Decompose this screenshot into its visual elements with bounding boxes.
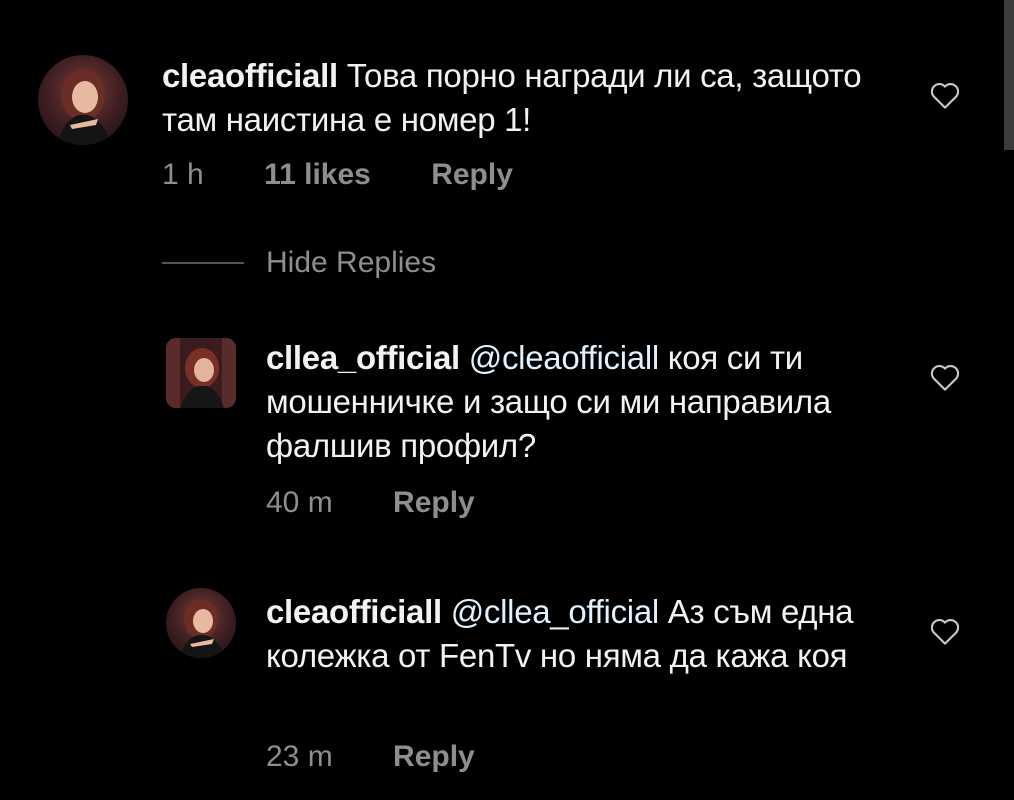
- hide-replies-button[interactable]: Hide Replies: [266, 246, 436, 280]
- reply-text: cleaofficiall @cllea_official Аз съм едн…: [266, 590, 886, 678]
- avatar-image: [178, 599, 226, 658]
- reply-button[interactable]: Reply: [431, 158, 513, 191]
- reply-username[interactable]: cllea_official: [266, 339, 460, 376]
- heart-outline-icon[interactable]: [929, 362, 961, 392]
- reply-meta: 23 m Reply: [266, 740, 527, 774]
- reply-mention[interactable]: @cleaofficiall: [469, 339, 659, 376]
- reply-button[interactable]: Reply: [393, 740, 475, 773]
- scrollbar[interactable]: [1004, 0, 1014, 150]
- comment-text: cleaofficiall Това порно награди ли са, …: [162, 54, 882, 142]
- avatar[interactable]: [166, 338, 236, 408]
- avatar-image: [166, 338, 236, 408]
- reply-meta: 40 m Reply: [266, 486, 527, 520]
- heart-outline-icon[interactable]: [929, 80, 961, 110]
- avatar[interactable]: [166, 588, 236, 658]
- reply-username[interactable]: cleaofficiall: [266, 593, 442, 630]
- comment-time: 1 h: [162, 158, 204, 191]
- reply-time: 40 m: [266, 486, 333, 519]
- comment-meta: 1 h 11 likes Reply: [162, 158, 565, 192]
- avatar[interactable]: [38, 55, 128, 145]
- likes-count[interactable]: 11 likes: [264, 158, 371, 191]
- reply-mention[interactable]: @cllea_official: [451, 593, 659, 630]
- heart-outline-icon[interactable]: [929, 616, 961, 646]
- comment-username[interactable]: cleaofficiall: [162, 57, 338, 94]
- reply-time: 23 m: [266, 740, 333, 773]
- avatar-image: [56, 69, 112, 145]
- replies-divider: [162, 262, 244, 264]
- reply-button[interactable]: Reply: [393, 486, 475, 519]
- reply-text: cllea_official @cleaofficiall коя си ти …: [266, 336, 866, 468]
